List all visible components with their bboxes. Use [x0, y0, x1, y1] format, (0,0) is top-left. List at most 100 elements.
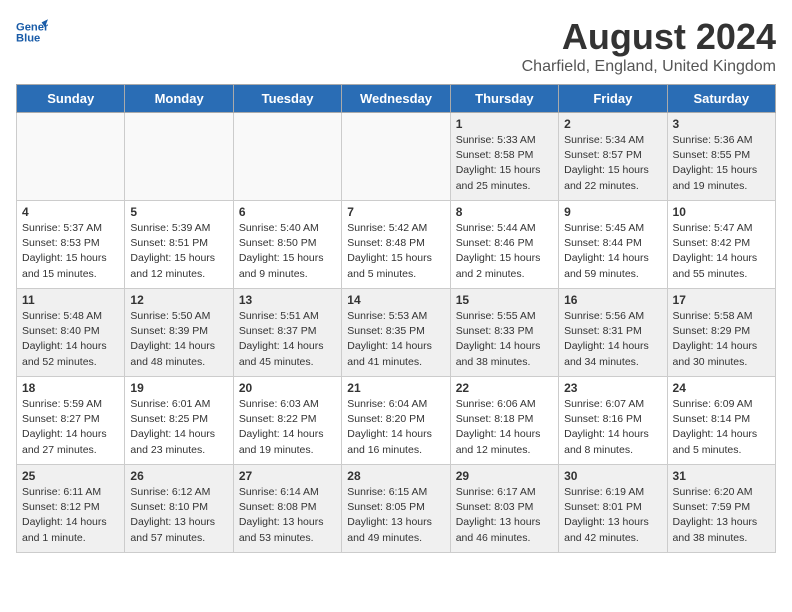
- day-info: Sunrise: 5:39 AM Sunset: 8:51 PM Dayligh…: [130, 221, 227, 282]
- day-cell: 16 Sunrise: 5:56 AM Sunset: 8:31 PM Dayli…: [559, 289, 667, 377]
- col-header-tuesday: Tuesday: [233, 85, 341, 113]
- day-number: 31: [673, 469, 770, 483]
- day-info: Sunrise: 5:58 AM Sunset: 8:29 PM Dayligh…: [673, 309, 770, 370]
- day-number: 27: [239, 469, 336, 483]
- day-number: 21: [347, 381, 444, 395]
- day-cell: 10 Sunrise: 5:47 AM Sunset: 8:42 PM Dayli…: [667, 201, 775, 289]
- day-number: 13: [239, 293, 336, 307]
- col-header-saturday: Saturday: [667, 85, 775, 113]
- day-info: Sunrise: 6:20 AM Sunset: 7:59 PM Dayligh…: [673, 485, 770, 546]
- logo-icon: General Blue: [16, 16, 48, 48]
- header: General Blue August 2024 Charfield, Engl…: [16, 16, 776, 76]
- day-cell: [233, 113, 341, 201]
- day-number: 6: [239, 205, 336, 219]
- day-cell: 22 Sunrise: 6:06 AM Sunset: 8:18 PM Dayli…: [450, 377, 558, 465]
- day-number: 8: [456, 205, 553, 219]
- week-row-1: 4Sunrise: 5:37 AM Sunset: 8:53 PM Daylig…: [17, 201, 776, 289]
- col-header-sunday: Sunday: [17, 85, 125, 113]
- day-cell: 23Sunrise: 6:07 AM Sunset: 8:16 PM Dayli…: [559, 377, 667, 465]
- day-number: 29: [456, 469, 553, 483]
- day-number: 16: [564, 293, 661, 307]
- day-cell: 29 Sunrise: 6:17 AM Sunset: 8:03 PM Dayli…: [450, 465, 558, 553]
- day-number: 17: [673, 293, 770, 307]
- day-cell: 17 Sunrise: 5:58 AM Sunset: 8:29 PM Dayli…: [667, 289, 775, 377]
- day-number: 9: [564, 205, 661, 219]
- day-number: 23: [564, 381, 661, 395]
- calendar-body: 1Sunrise: 5:33 AM Sunset: 8:58 PM Daylig…: [17, 113, 776, 553]
- day-number: 25: [22, 469, 119, 483]
- day-number: 19: [130, 381, 227, 395]
- col-header-thursday: Thursday: [450, 85, 558, 113]
- day-number: 4: [22, 205, 119, 219]
- day-cell: 11 Sunrise: 5:48 AM Sunset: 8:40 PM Dayli…: [17, 289, 125, 377]
- day-info: Sunrise: 6:11 AM Sunset: 8:12 PM Dayligh…: [22, 485, 119, 546]
- day-info: Sunrise: 5:48 AM Sunset: 8:40 PM Dayligh…: [22, 309, 119, 370]
- day-number: 14: [347, 293, 444, 307]
- day-cell: 13Sunrise: 5:51 AM Sunset: 8:37 PM Dayli…: [233, 289, 341, 377]
- day-number: 1: [456, 117, 553, 131]
- day-number: 11: [22, 293, 119, 307]
- day-cell: 27 Sunrise: 6:14 AM Sunset: 8:08 PM Dayli…: [233, 465, 341, 553]
- day-number: 5: [130, 205, 227, 219]
- day-info: Sunrise: 5:53 AM Sunset: 8:35 PM Dayligh…: [347, 309, 444, 370]
- svg-text:Blue: Blue: [16, 33, 40, 45]
- day-number: 3: [673, 117, 770, 131]
- day-cell: 21Sunrise: 6:04 AM Sunset: 8:20 PM Dayli…: [342, 377, 450, 465]
- day-info: Sunrise: 5:55 AM Sunset: 8:33 PM Dayligh…: [456, 309, 553, 370]
- day-number: 20: [239, 381, 336, 395]
- day-cell: 30 Sunrise: 6:19 AM Sunset: 8:01 PM Dayli…: [559, 465, 667, 553]
- day-cell: 26Sunrise: 6:12 AM Sunset: 8:10 PM Dayli…: [125, 465, 233, 553]
- day-cell: 8Sunrise: 5:44 AM Sunset: 8:46 PM Daylig…: [450, 201, 558, 289]
- day-cell: 31 Sunrise: 6:20 AM Sunset: 7:59 PM Dayli…: [667, 465, 775, 553]
- day-cell: 12Sunrise: 5:50 AM Sunset: 8:39 PM Dayli…: [125, 289, 233, 377]
- day-cell: 18Sunrise: 5:59 AM Sunset: 8:27 PM Dayli…: [17, 377, 125, 465]
- day-cell: 24Sunrise: 6:09 AM Sunset: 8:14 PM Dayli…: [667, 377, 775, 465]
- day-info: Sunrise: 6:14 AM Sunset: 8:08 PM Dayligh…: [239, 485, 336, 546]
- day-cell: 7 Sunrise: 5:42 AM Sunset: 8:48 PM Daylig…: [342, 201, 450, 289]
- day-cell: 4Sunrise: 5:37 AM Sunset: 8:53 PM Daylig…: [17, 201, 125, 289]
- day-info: Sunrise: 6:03 AM Sunset: 8:22 PM Dayligh…: [239, 397, 336, 458]
- day-info: Sunrise: 6:19 AM Sunset: 8:01 PM Dayligh…: [564, 485, 661, 546]
- day-number: 30: [564, 469, 661, 483]
- day-number: 22: [456, 381, 553, 395]
- day-cell: [17, 113, 125, 201]
- day-number: 2: [564, 117, 661, 131]
- col-header-monday: Monday: [125, 85, 233, 113]
- day-number: 10: [673, 205, 770, 219]
- week-row-4: 25 Sunrise: 6:11 AM Sunset: 8:12 PM Dayli…: [17, 465, 776, 553]
- day-cell: 6Sunrise: 5:40 AM Sunset: 8:50 PM Daylig…: [233, 201, 341, 289]
- day-cell: 20 Sunrise: 6:03 AM Sunset: 8:22 PM Dayli…: [233, 377, 341, 465]
- col-header-friday: Friday: [559, 85, 667, 113]
- calendar-header-row: SundayMondayTuesdayWednesdayThursdayFrid…: [17, 85, 776, 113]
- day-cell: [125, 113, 233, 201]
- day-cell: [342, 113, 450, 201]
- day-cell: 3Sunrise: 5:36 AM Sunset: 8:55 PM Daylig…: [667, 113, 775, 201]
- day-cell: 15Sunrise: 5:55 AM Sunset: 8:33 PM Dayli…: [450, 289, 558, 377]
- week-row-2: 11 Sunrise: 5:48 AM Sunset: 8:40 PM Dayli…: [17, 289, 776, 377]
- day-info: Sunrise: 5:45 AM Sunset: 8:44 PM Dayligh…: [564, 221, 661, 282]
- day-info: Sunrise: 6:15 AM Sunset: 8:05 PM Dayligh…: [347, 485, 444, 546]
- day-info: Sunrise: 6:17 AM Sunset: 8:03 PM Dayligh…: [456, 485, 553, 546]
- day-info: Sunrise: 6:06 AM Sunset: 8:18 PM Dayligh…: [456, 397, 553, 458]
- day-info: Sunrise: 5:50 AM Sunset: 8:39 PM Dayligh…: [130, 309, 227, 370]
- week-row-3: 18Sunrise: 5:59 AM Sunset: 8:27 PM Dayli…: [17, 377, 776, 465]
- day-info: Sunrise: 5:56 AM Sunset: 8:31 PM Dayligh…: [564, 309, 661, 370]
- day-info: Sunrise: 5:42 AM Sunset: 8:48 PM Dayligh…: [347, 221, 444, 282]
- day-info: Sunrise: 5:47 AM Sunset: 8:42 PM Dayligh…: [673, 221, 770, 282]
- logo: General Blue: [16, 16, 48, 48]
- day-cell: 9 Sunrise: 5:45 AM Sunset: 8:44 PM Daylig…: [559, 201, 667, 289]
- day-info: Sunrise: 5:34 AM Sunset: 8:57 PM Dayligh…: [564, 133, 661, 194]
- day-number: 18: [22, 381, 119, 395]
- col-header-wednesday: Wednesday: [342, 85, 450, 113]
- day-cell: 19Sunrise: 6:01 AM Sunset: 8:25 PM Dayli…: [125, 377, 233, 465]
- day-number: 28: [347, 469, 444, 483]
- day-cell: 28 Sunrise: 6:15 AM Sunset: 8:05 PM Dayli…: [342, 465, 450, 553]
- day-cell: 5 Sunrise: 5:39 AM Sunset: 8:51 PM Daylig…: [125, 201, 233, 289]
- day-number: 7: [347, 205, 444, 219]
- day-number: 26: [130, 469, 227, 483]
- subtitle: Charfield, England, United Kingdom: [522, 58, 776, 76]
- day-cell: 1Sunrise: 5:33 AM Sunset: 8:58 PM Daylig…: [450, 113, 558, 201]
- week-row-0: 1Sunrise: 5:33 AM Sunset: 8:58 PM Daylig…: [17, 113, 776, 201]
- day-cell: 14 Sunrise: 5:53 AM Sunset: 8:35 PM Dayli…: [342, 289, 450, 377]
- day-cell: 25 Sunrise: 6:11 AM Sunset: 8:12 PM Dayli…: [17, 465, 125, 553]
